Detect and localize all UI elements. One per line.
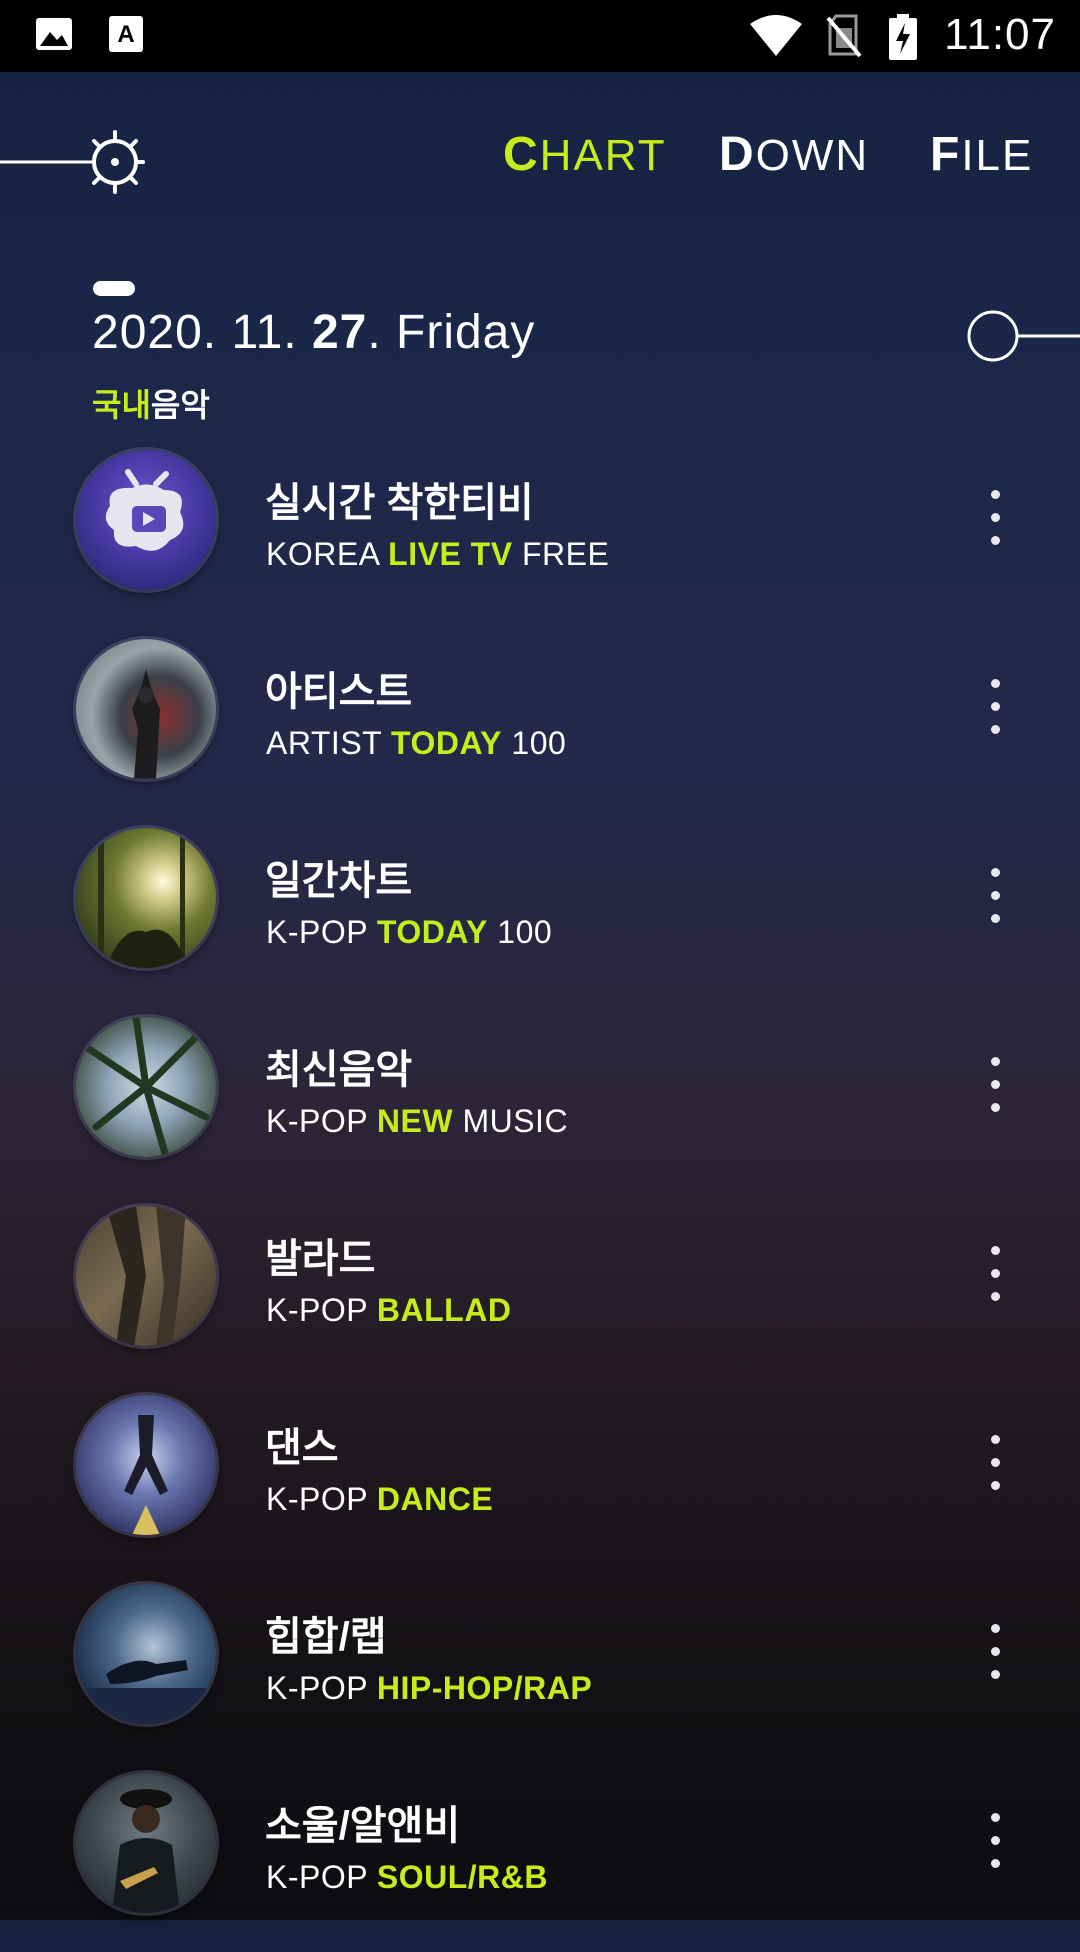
battery-charging-icon — [889, 14, 917, 60]
more-options-button[interactable] — [980, 1057, 1010, 1127]
list-item[interactable]: 실시간 착한티비 KOREA LIVE TV FREE — [0, 440, 1080, 629]
more-options-button[interactable] — [980, 1435, 1010, 1505]
item-title: 힙합/랩 — [265, 1615, 387, 1659]
tv-logo-icon — [105, 469, 184, 551]
item-subtitle: K-POP SOUL/R&B — [266, 1859, 548, 1895]
font-a-icon: A — [109, 16, 143, 52]
category-label: 국내음악 — [92, 387, 210, 423]
dancer-photo-icon — [124, 1415, 168, 1535]
more-vert-icon — [980, 868, 1010, 923]
svg-text:A: A — [117, 21, 134, 48]
more-vert-icon — [980, 1435, 1010, 1490]
thumbnail — [76, 1017, 216, 1157]
circle-handle-icon — [967, 310, 1080, 362]
item-subtitle: K-POP HIP-HOP/RAP — [266, 1670, 593, 1706]
list-item[interactable]: 아티스트 ARTIST TODAY 100 — [0, 629, 1080, 818]
list-item[interactable]: 최신음악 K-POP NEW MUSIC — [0, 1007, 1080, 1196]
more-options-button[interactable] — [980, 490, 1010, 560]
soul-photo-icon — [112, 1789, 180, 1913]
thumbnail — [76, 1395, 216, 1535]
thumbnail — [76, 828, 216, 968]
thumbnail — [76, 1773, 216, 1913]
thumbnail — [76, 1584, 216, 1724]
no-sim-icon — [826, 14, 862, 58]
hiphop-photo-icon — [76, 1660, 216, 1724]
settings-button[interactable] — [0, 117, 150, 207]
item-subtitle: K-POP NEW MUSIC — [266, 1103, 569, 1139]
more-vert-icon — [980, 490, 1010, 545]
item-subtitle: ARTIST TODAY 100 — [266, 725, 567, 761]
thumbnail — [76, 1206, 216, 1346]
forest-photo-icon — [98, 828, 188, 968]
status-bar: A 11:07 — [0, 0, 1080, 72]
thumbnail — [76, 639, 216, 779]
list-item[interactable]: 힙합/랩 K-POP HIP-HOP/RAP — [0, 1574, 1080, 1763]
list-item[interactable]: 발라드 K-POP BALLAD — [0, 1196, 1080, 1385]
item-subtitle: K-POP DANCE — [266, 1481, 494, 1517]
item-subtitle: K-POP BALLAD — [266, 1292, 512, 1328]
more-options-button[interactable] — [980, 1246, 1010, 1316]
more-vert-icon — [980, 679, 1010, 734]
more-vert-icon — [980, 1246, 1010, 1301]
item-title: 소울/알앤비 — [265, 1804, 461, 1848]
item-title: 댄스 — [265, 1426, 339, 1470]
ballad-photo-icon — [106, 1206, 186, 1346]
date-indicator — [93, 281, 135, 296]
list-item[interactable]: 댄스 K-POP DANCE — [0, 1385, 1080, 1574]
item-subtitle: K-POP TODAY 100 — [266, 914, 553, 950]
top-nav: CHART DOWN FILE — [0, 72, 1080, 232]
palm-trees-icon — [82, 1017, 210, 1157]
more-options-button[interactable] — [980, 1813, 1010, 1883]
item-title: 일간차트 — [265, 859, 413, 903]
more-options-button[interactable] — [980, 1624, 1010, 1694]
item-title: 최신음악 — [265, 1048, 413, 1092]
artist-photo-icon — [132, 669, 160, 779]
more-vert-icon — [980, 1057, 1010, 1112]
item-title: 아티스트 — [265, 670, 413, 714]
item-title: 발라드 — [265, 1237, 376, 1281]
image-icon — [36, 18, 72, 50]
more-vert-icon — [980, 1813, 1010, 1868]
more-options-button[interactable] — [980, 679, 1010, 749]
gear-icon — [0, 130, 145, 194]
chart-list: 실시간 착한티비 KOREA LIVE TV FREE 아티스트 ARTIST … — [0, 440, 1080, 1952]
date-toggle[interactable] — [962, 308, 1080, 364]
more-options-button[interactable] — [980, 868, 1010, 938]
wifi-icon — [750, 15, 802, 56]
tab-chart[interactable]: CHART — [503, 127, 667, 182]
list-item[interactable]: 일간차트 K-POP TODAY 100 — [0, 818, 1080, 1007]
item-title: 실시간 착한티비 — [265, 481, 534, 525]
more-vert-icon — [980, 1624, 1010, 1679]
item-subtitle: KOREA LIVE TV FREE — [266, 536, 610, 572]
tab-file[interactable]: FILE — [930, 127, 1033, 182]
list-item[interactable]: 소울/알앤비 K-POP SOUL/R&B — [0, 1763, 1080, 1952]
tab-down[interactable]: DOWN — [719, 127, 869, 182]
thumbnail — [76, 450, 216, 590]
date-label: 2020. 11. 27. Friday — [92, 306, 536, 359]
status-time: 11:07 — [944, 10, 1056, 59]
